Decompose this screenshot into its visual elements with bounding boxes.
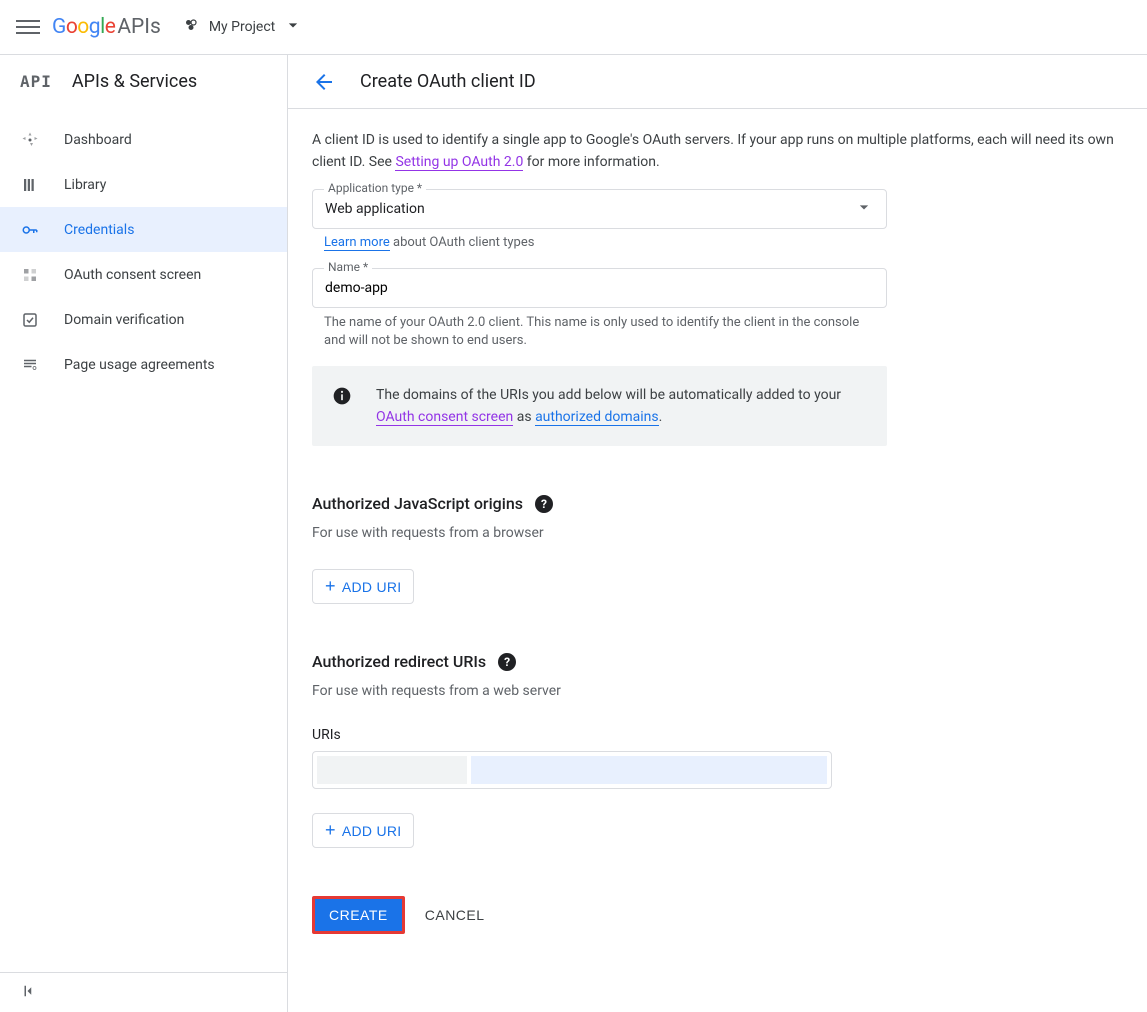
name-input[interactable] — [325, 280, 874, 296]
uri-input[interactable] — [312, 751, 832, 789]
sidebar: API APIs & Services Dashboard Library Cr… — [0, 55, 288, 1012]
oauth-consent-link[interactable]: OAuth consent screen — [376, 409, 513, 426]
info-icon — [332, 386, 352, 406]
key-icon — [20, 220, 40, 240]
uri-redacted — [317, 756, 467, 784]
nav-label: Page usage agreements — [64, 357, 215, 373]
plus-icon: + — [325, 576, 336, 597]
sidebar-item-page-usage[interactable]: Page usage agreements — [0, 342, 287, 387]
topbar: GoogleAPIs My Project — [0, 0, 1147, 55]
back-arrow-icon[interactable] — [312, 70, 336, 94]
page-title: Create OAuth client ID — [360, 71, 536, 92]
js-origins-desc: For use with requests from a browser — [312, 525, 1123, 541]
sidebar-title: APIs & Services — [72, 71, 197, 92]
help-icon[interactable]: ? — [535, 495, 553, 513]
sidebar-item-dashboard[interactable]: Dashboard — [0, 117, 287, 162]
uris-label: URIs — [312, 727, 1123, 743]
consent-icon — [20, 265, 40, 285]
cancel-button[interactable]: CANCEL — [425, 907, 485, 923]
setup-oauth-link[interactable]: Setting up OAuth 2.0 — [395, 154, 523, 171]
library-icon — [20, 175, 40, 195]
redirect-desc: For use with requests from a web server — [312, 683, 1123, 699]
collapse-icon[interactable] — [20, 982, 38, 1004]
learn-more-row: Learn more about OAuth client types — [324, 235, 1123, 250]
nav-label: OAuth consent screen — [64, 267, 201, 283]
redirect-uris-title: Authorized redirect URIs ? — [312, 652, 1123, 671]
menu-icon[interactable] — [16, 15, 40, 39]
field-label: Application type * — [324, 181, 426, 195]
main-header: Create OAuth client ID — [288, 55, 1147, 109]
sidebar-item-domain-verification[interactable]: Domain verification — [0, 297, 287, 342]
add-uri-button-redirect[interactable]: + ADD URI — [312, 813, 414, 848]
learn-more-link[interactable]: Learn more — [324, 235, 390, 251]
info-banner: The domains of the URIs you add below wi… — [312, 366, 887, 446]
dropdown-icon — [283, 15, 303, 39]
main-content: Create OAuth client ID A client ID is us… — [288, 55, 1147, 1012]
name-help-text: The name of your OAuth 2.0 client. This … — [324, 314, 884, 350]
project-name: My Project — [209, 19, 275, 35]
field-label: Name * — [324, 260, 372, 274]
page-usage-icon — [20, 355, 40, 375]
dropdown-icon — [854, 197, 874, 221]
help-icon[interactable]: ? — [498, 653, 516, 671]
api-badge: API — [20, 72, 52, 91]
verify-icon — [20, 310, 40, 330]
intro-text: A client ID is used to identify a single… — [312, 129, 1123, 173]
project-icon — [181, 15, 201, 39]
name-field-wrap: Name * — [312, 268, 1123, 308]
js-origins-title: Authorized JavaScript origins ? — [312, 494, 1123, 513]
application-type-select[interactable]: Web application — [312, 189, 887, 229]
create-button[interactable]: CREATE — [312, 896, 405, 934]
nav-label: Domain verification — [64, 312, 184, 328]
select-value: Web application — [325, 201, 425, 217]
application-type-field: Application type * Web application — [312, 189, 1123, 229]
project-selector[interactable]: My Project — [181, 15, 303, 39]
google-logo[interactable]: GoogleAPIs — [52, 15, 161, 39]
nav-label: Dashboard — [64, 132, 132, 148]
sidebar-item-credentials[interactable]: Credentials — [0, 207, 287, 252]
add-uri-button-js[interactable]: + ADD URI — [312, 569, 414, 604]
sidebar-item-oauth-consent[interactable]: OAuth consent screen — [0, 252, 287, 297]
sidebar-item-library[interactable]: Library — [0, 162, 287, 207]
uri-redacted — [471, 756, 827, 784]
authorized-domains-link[interactable]: authorized domains — [535, 409, 659, 426]
plus-icon: + — [325, 820, 336, 841]
nav-label: Library — [64, 177, 106, 193]
sidebar-header: API APIs & Services — [0, 55, 287, 109]
nav-label: Credentials — [64, 222, 134, 238]
dashboard-icon — [20, 130, 40, 150]
